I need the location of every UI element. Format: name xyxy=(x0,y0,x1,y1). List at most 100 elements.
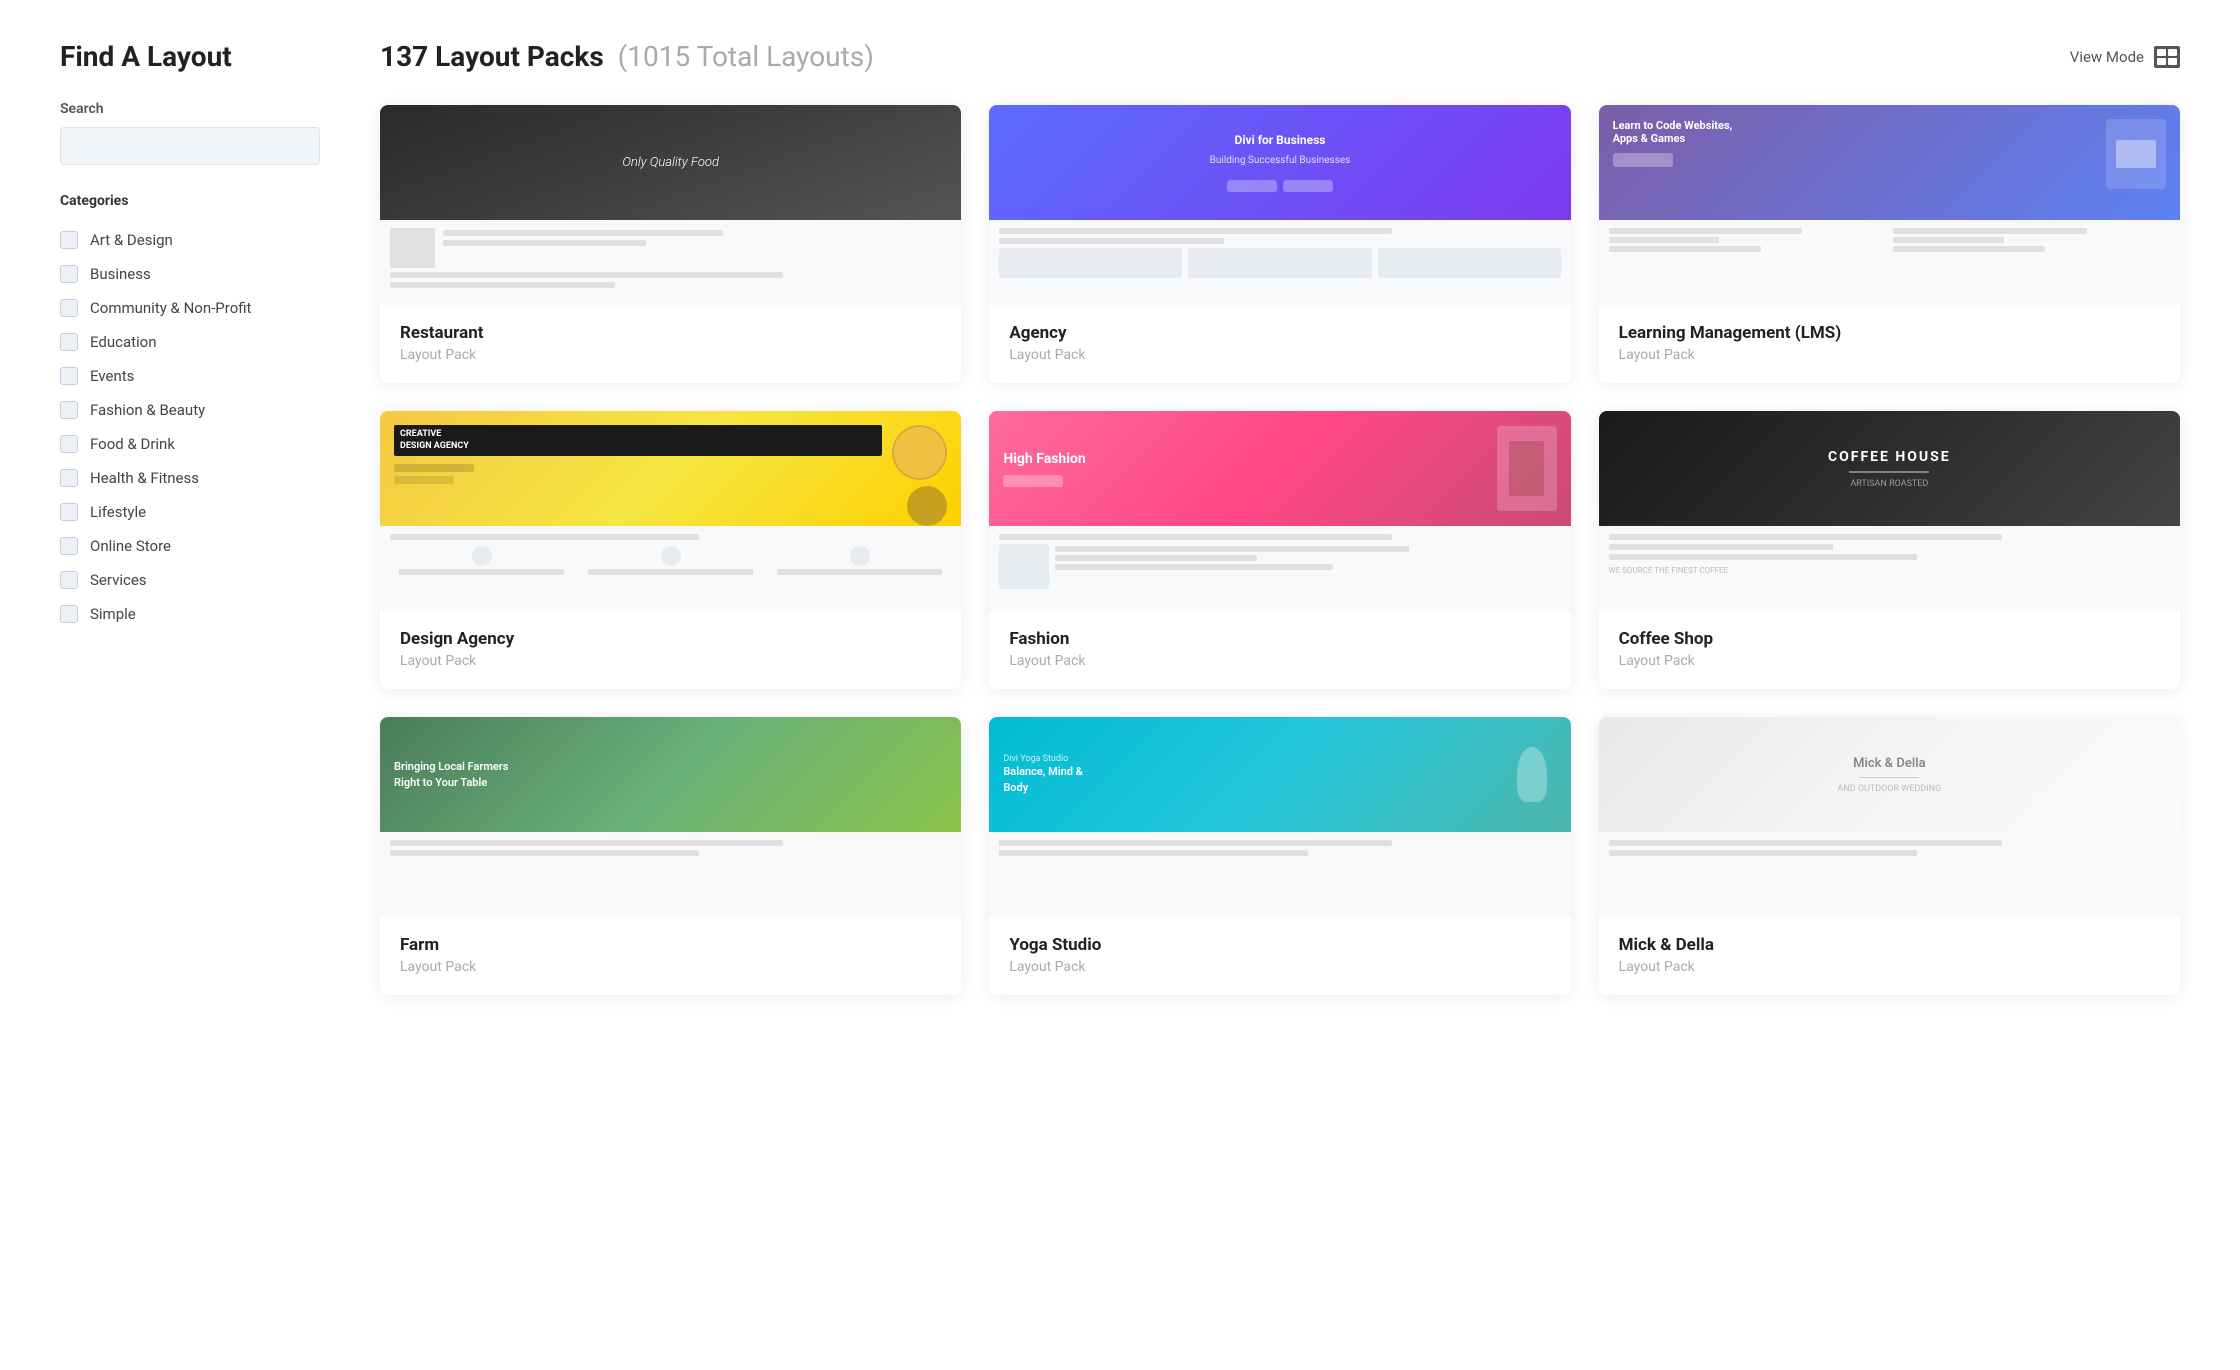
card-image-top-lms: Learn to Code Websites,Apps & Games xyxy=(1599,105,2180,220)
category-checkbox-business[interactable] xyxy=(60,265,78,283)
card-image-bottom-coffee-shop: WE SOURCE THE FINEST COFFEE xyxy=(1599,526,2180,611)
card-coffee-shop[interactable]: COFFEE HOUSE ARTISAN ROASTED WE SOURCE T… xyxy=(1599,411,2180,689)
category-checkbox-services[interactable] xyxy=(60,571,78,589)
sidebar-item-education[interactable]: Education xyxy=(60,325,320,359)
card-image-bottom-design-agency xyxy=(380,526,961,611)
farm-top-text: Bringing Local FarmersRight to Your Tabl… xyxy=(394,759,508,790)
agency-top-sub: Building Successful Businesses xyxy=(1210,155,1351,166)
sidebar-item-simple[interactable]: Simple xyxy=(60,597,320,631)
card-image-top-restaurant xyxy=(380,105,961,220)
card-info-fashion: Fashion Layout Pack xyxy=(989,611,1570,689)
card-image-restaurant xyxy=(380,105,961,305)
sidebar-title: Find A Layout xyxy=(60,40,320,73)
card-info-mick-della: Mick & Della Layout Pack xyxy=(1599,917,2180,995)
card-image-agency: Divi for Business Building Successful Bu… xyxy=(989,105,1570,305)
view-mode-icon xyxy=(2154,46,2180,68)
sidebar: Find A Layout Search Categories Art & De… xyxy=(60,40,320,1330)
packs-total: (1015 Total Layouts) xyxy=(618,40,874,73)
category-name-fashion-beauty: Fashion & Beauty xyxy=(90,401,205,419)
category-checkbox-food-drink[interactable] xyxy=(60,435,78,453)
category-checkbox-education[interactable] xyxy=(60,333,78,351)
layout-grid: Restaurant Layout Pack Divi for Business… xyxy=(380,105,2180,995)
category-name-food-drink: Food & Drink xyxy=(90,435,175,453)
card-image-top-mick-della: Mick & Della AND OUTDOOR WEDDING xyxy=(1599,717,2180,832)
category-name-services: Services xyxy=(90,571,147,589)
card-image-bottom-farm xyxy=(380,832,961,917)
category-checkbox-community-non-profit[interactable] xyxy=(60,299,78,317)
coffee-top-text: COFFEE HOUSE xyxy=(1828,449,1951,465)
card-mick-della[interactable]: Mick & Della AND OUTDOOR WEDDING Mick & … xyxy=(1599,717,2180,995)
category-name-art-design: Art & Design xyxy=(90,231,173,249)
card-type-yoga: Layout Pack xyxy=(1009,959,1550,975)
view-mode-label: View Mode xyxy=(2070,48,2144,66)
sidebar-item-community-non-profit[interactable]: Community & Non-Profit xyxy=(60,291,320,325)
sidebar-item-fashion-beauty[interactable]: Fashion & Beauty xyxy=(60,393,320,427)
card-lms[interactable]: Learn to Code Websites,Apps & Games xyxy=(1599,105,2180,383)
card-fashion[interactable]: High Fashion xyxy=(989,411,1570,689)
card-info-restaurant: Restaurant Layout Pack xyxy=(380,305,961,383)
card-image-top-fashion: High Fashion xyxy=(989,411,1570,526)
card-image-yoga: Divi Yoga Studio Balance, Mind &Body xyxy=(989,717,1570,917)
categories-label: Categories xyxy=(60,193,320,209)
card-type-design-agency: Layout Pack xyxy=(400,653,941,669)
card-type-mick-della: Layout Pack xyxy=(1619,959,2160,975)
sidebar-item-events[interactable]: Events xyxy=(60,359,320,393)
card-image-mick-della: Mick & Della AND OUTDOOR WEDDING xyxy=(1599,717,2180,917)
agency-top-text: Divi for Business xyxy=(1235,133,1326,147)
card-image-bottom-fashion xyxy=(989,526,1570,611)
card-restaurant[interactable]: Restaurant Layout Pack xyxy=(380,105,961,383)
sidebar-item-online-store[interactable]: Online Store xyxy=(60,529,320,563)
card-info-lms: Learning Management (LMS) Layout Pack xyxy=(1599,305,2180,383)
card-yoga[interactable]: Divi Yoga Studio Balance, Mind &Body Yog… xyxy=(989,717,1570,995)
sidebar-item-services[interactable]: Services xyxy=(60,563,320,597)
search-label: Search xyxy=(60,101,320,117)
card-image-bottom-agency xyxy=(989,220,1570,305)
card-name-coffee-shop: Coffee Shop xyxy=(1619,629,2160,649)
card-name-lms: Learning Management (LMS) xyxy=(1619,323,2160,343)
sidebar-item-business[interactable]: Business xyxy=(60,257,320,291)
card-farm[interactable]: Bringing Local FarmersRight to Your Tabl… xyxy=(380,717,961,995)
search-input[interactable] xyxy=(60,127,320,165)
sidebar-item-lifestyle[interactable]: Lifestyle xyxy=(60,495,320,529)
category-name-events: Events xyxy=(90,367,134,385)
category-checkbox-online-store[interactable] xyxy=(60,537,78,555)
sidebar-item-art-design[interactable]: Art & Design xyxy=(60,223,320,257)
category-checkbox-events[interactable] xyxy=(60,367,78,385)
card-image-lms: Learn to Code Websites,Apps & Games xyxy=(1599,105,2180,305)
card-image-design-agency: CREATIVEDESIGN AGENCY xyxy=(380,411,961,611)
card-type-fashion: Layout Pack xyxy=(1009,653,1550,669)
card-info-design-agency: Design Agency Layout Pack xyxy=(380,611,961,689)
category-checkbox-art-design[interactable] xyxy=(60,231,78,249)
card-image-top-agency: Divi for Business Building Successful Bu… xyxy=(989,105,1570,220)
sidebar-item-food-drink[interactable]: Food & Drink xyxy=(60,427,320,461)
mick-top-text: Mick & Della xyxy=(1837,756,1941,771)
category-checkbox-lifestyle[interactable] xyxy=(60,503,78,521)
card-name-farm: Farm xyxy=(400,935,941,955)
sidebar-item-health-fitness[interactable]: Health & Fitness xyxy=(60,461,320,495)
category-name-community-non-profit: Community & Non-Profit xyxy=(90,299,251,317)
card-agency[interactable]: Divi for Business Building Successful Bu… xyxy=(989,105,1570,383)
card-name-fashion: Fashion xyxy=(1009,629,1550,649)
card-type-lms: Layout Pack xyxy=(1619,347,2160,363)
category-name-simple: Simple xyxy=(90,605,136,623)
fashion-top-text: High Fashion xyxy=(1003,451,1496,467)
view-mode-button[interactable]: View Mode xyxy=(2070,46,2180,68)
card-type-agency: Layout Pack xyxy=(1009,347,1550,363)
card-design-agency[interactable]: CREATIVEDESIGN AGENCY xyxy=(380,411,961,689)
main-content: 137 Layout Packs (1015 Total Layouts) Vi… xyxy=(380,40,2180,1330)
card-image-top-design-agency: CREATIVEDESIGN AGENCY xyxy=(380,411,961,526)
card-info-coffee-shop: Coffee Shop Layout Pack xyxy=(1599,611,2180,689)
card-image-top-coffee-shop: COFFEE HOUSE ARTISAN ROASTED xyxy=(1599,411,2180,526)
categories-list: Art & Design Business Community & Non-Pr… xyxy=(60,223,320,631)
design-agency-badge: CREATIVEDESIGN AGENCY xyxy=(394,425,882,456)
card-image-farm: Bringing Local FarmersRight to Your Tabl… xyxy=(380,717,961,917)
card-type-restaurant: Layout Pack xyxy=(400,347,941,363)
card-info-farm: Farm Layout Pack xyxy=(380,917,961,995)
category-checkbox-health-fitness[interactable] xyxy=(60,469,78,487)
main-header: 137 Layout Packs (1015 Total Layouts) Vi… xyxy=(380,40,2180,73)
card-type-farm: Layout Pack xyxy=(400,959,941,975)
category-checkbox-simple[interactable] xyxy=(60,605,78,623)
card-name-design-agency: Design Agency xyxy=(400,629,941,649)
category-checkbox-fashion-beauty[interactable] xyxy=(60,401,78,419)
card-image-bottom-lms xyxy=(1599,220,2180,305)
